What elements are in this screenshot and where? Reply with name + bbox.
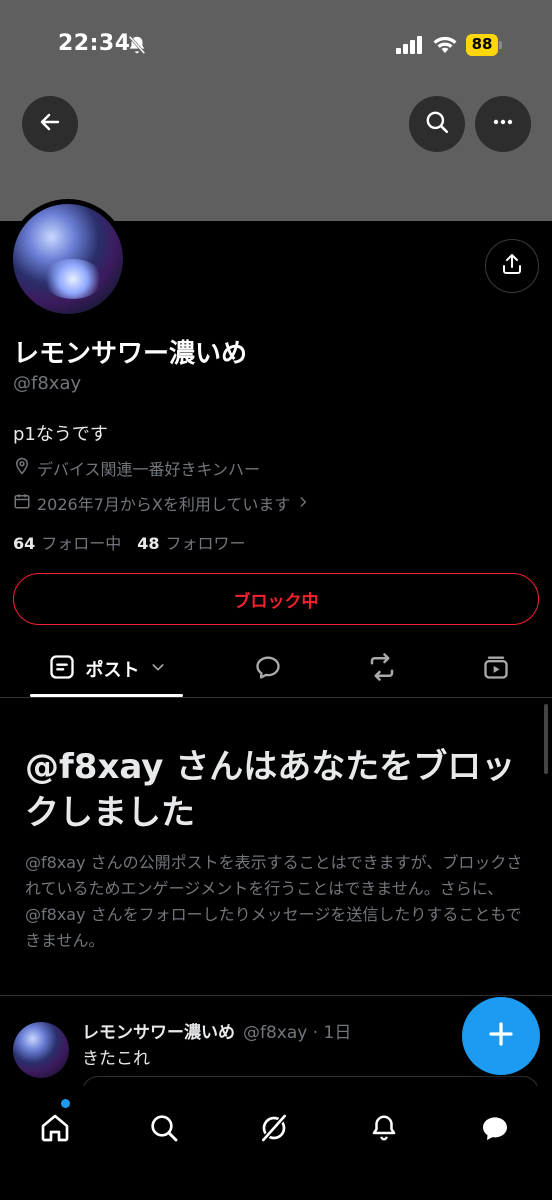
blocked-notice-description: @f8xay さんの公開ポストを表示することはできますが、ブロックされているため… xyxy=(25,853,523,950)
messages-icon xyxy=(479,1112,511,1148)
bell-icon xyxy=(369,1113,399,1147)
profile-tabs: ポスト xyxy=(0,640,552,698)
chevron-down-icon xyxy=(150,659,166,679)
joined-text: 2026年7月からXを利用しています xyxy=(37,495,291,514)
profile-joined[interactable]: 2026年7月からXを利用しています xyxy=(13,491,310,515)
search-button[interactable] xyxy=(409,96,465,152)
post-author-name[interactable]: レモンサワー濃いめ xyxy=(82,1018,235,1043)
replies-icon xyxy=(254,653,282,685)
chevron-right-icon xyxy=(296,494,310,513)
tab-replies[interactable] xyxy=(240,640,296,698)
profile-bio: p1なうです xyxy=(13,424,108,445)
nav-grok[interactable] xyxy=(244,1100,304,1160)
compose-button[interactable] xyxy=(462,997,540,1075)
media-icon xyxy=(482,653,510,685)
post-header: レモンサワー濃いめ @f8xay · 1日 xyxy=(82,1018,351,1043)
follow-stats: 64 フォロー中 48 フォロワー xyxy=(13,530,246,554)
share-button[interactable] xyxy=(485,239,539,293)
section-divider xyxy=(0,995,552,996)
location-text: デバイス関連一番好きキンハー xyxy=(37,460,261,479)
blocked-notice-title: @f8xay さんはあなたをブロックしました xyxy=(25,747,516,833)
nav-messages[interactable] xyxy=(465,1100,525,1160)
profile-avatar[interactable] xyxy=(8,199,128,319)
nav-notifications[interactable] xyxy=(354,1100,414,1160)
reposts-icon xyxy=(367,652,397,686)
scrollbar[interactable] xyxy=(544,704,548,774)
bottom-navigation xyxy=(0,1086,552,1200)
home-icon xyxy=(39,1112,71,1148)
post-text: きたこれ xyxy=(82,1049,150,1069)
posts-icon xyxy=(48,653,76,685)
silent-mode-icon xyxy=(126,34,148,60)
followers-link[interactable]: 48 フォロワー xyxy=(137,530,245,554)
tab-reposts[interactable] xyxy=(354,640,410,698)
active-tab-indicator xyxy=(30,694,183,697)
display-name: レモンサワー濃いめ xyxy=(13,339,248,369)
status-time: 22:34 xyxy=(58,31,131,56)
back-arrow-icon xyxy=(38,110,62,138)
home-unread-dot xyxy=(61,1099,70,1108)
user-handle: @f8xay xyxy=(13,373,82,394)
calendar-icon xyxy=(13,492,31,514)
more-button[interactable] xyxy=(475,96,531,152)
more-icon xyxy=(491,110,515,138)
grok-icon xyxy=(258,1112,290,1148)
post-author-avatar[interactable] xyxy=(13,1022,69,1078)
battery-indicator: 88 xyxy=(466,34,502,56)
cellular-signal-icon xyxy=(396,36,424,58)
nav-search[interactable] xyxy=(134,1100,194,1160)
compose-plus-icon xyxy=(486,1019,516,1053)
blocking-button[interactable]: ブロック中 xyxy=(13,573,539,625)
search-icon xyxy=(424,109,450,139)
back-button[interactable] xyxy=(22,96,78,152)
tab-posts[interactable]: ポスト xyxy=(30,640,183,698)
nav-home[interactable] xyxy=(25,1100,85,1160)
tab-posts-label: ポスト xyxy=(85,660,140,681)
location-pin-icon xyxy=(13,457,31,479)
post-author-meta: @f8xay · 1日 xyxy=(243,1023,352,1043)
following-link[interactable]: 64 フォロー中 xyxy=(13,530,121,554)
tab-media[interactable] xyxy=(468,640,524,698)
profile-location: デバイス関連一番好きキンハー xyxy=(13,456,260,480)
status-bar: 22:34 88 xyxy=(0,28,552,64)
search-icon xyxy=(148,1112,180,1148)
share-icon xyxy=(500,252,524,280)
wifi-icon xyxy=(432,35,458,59)
